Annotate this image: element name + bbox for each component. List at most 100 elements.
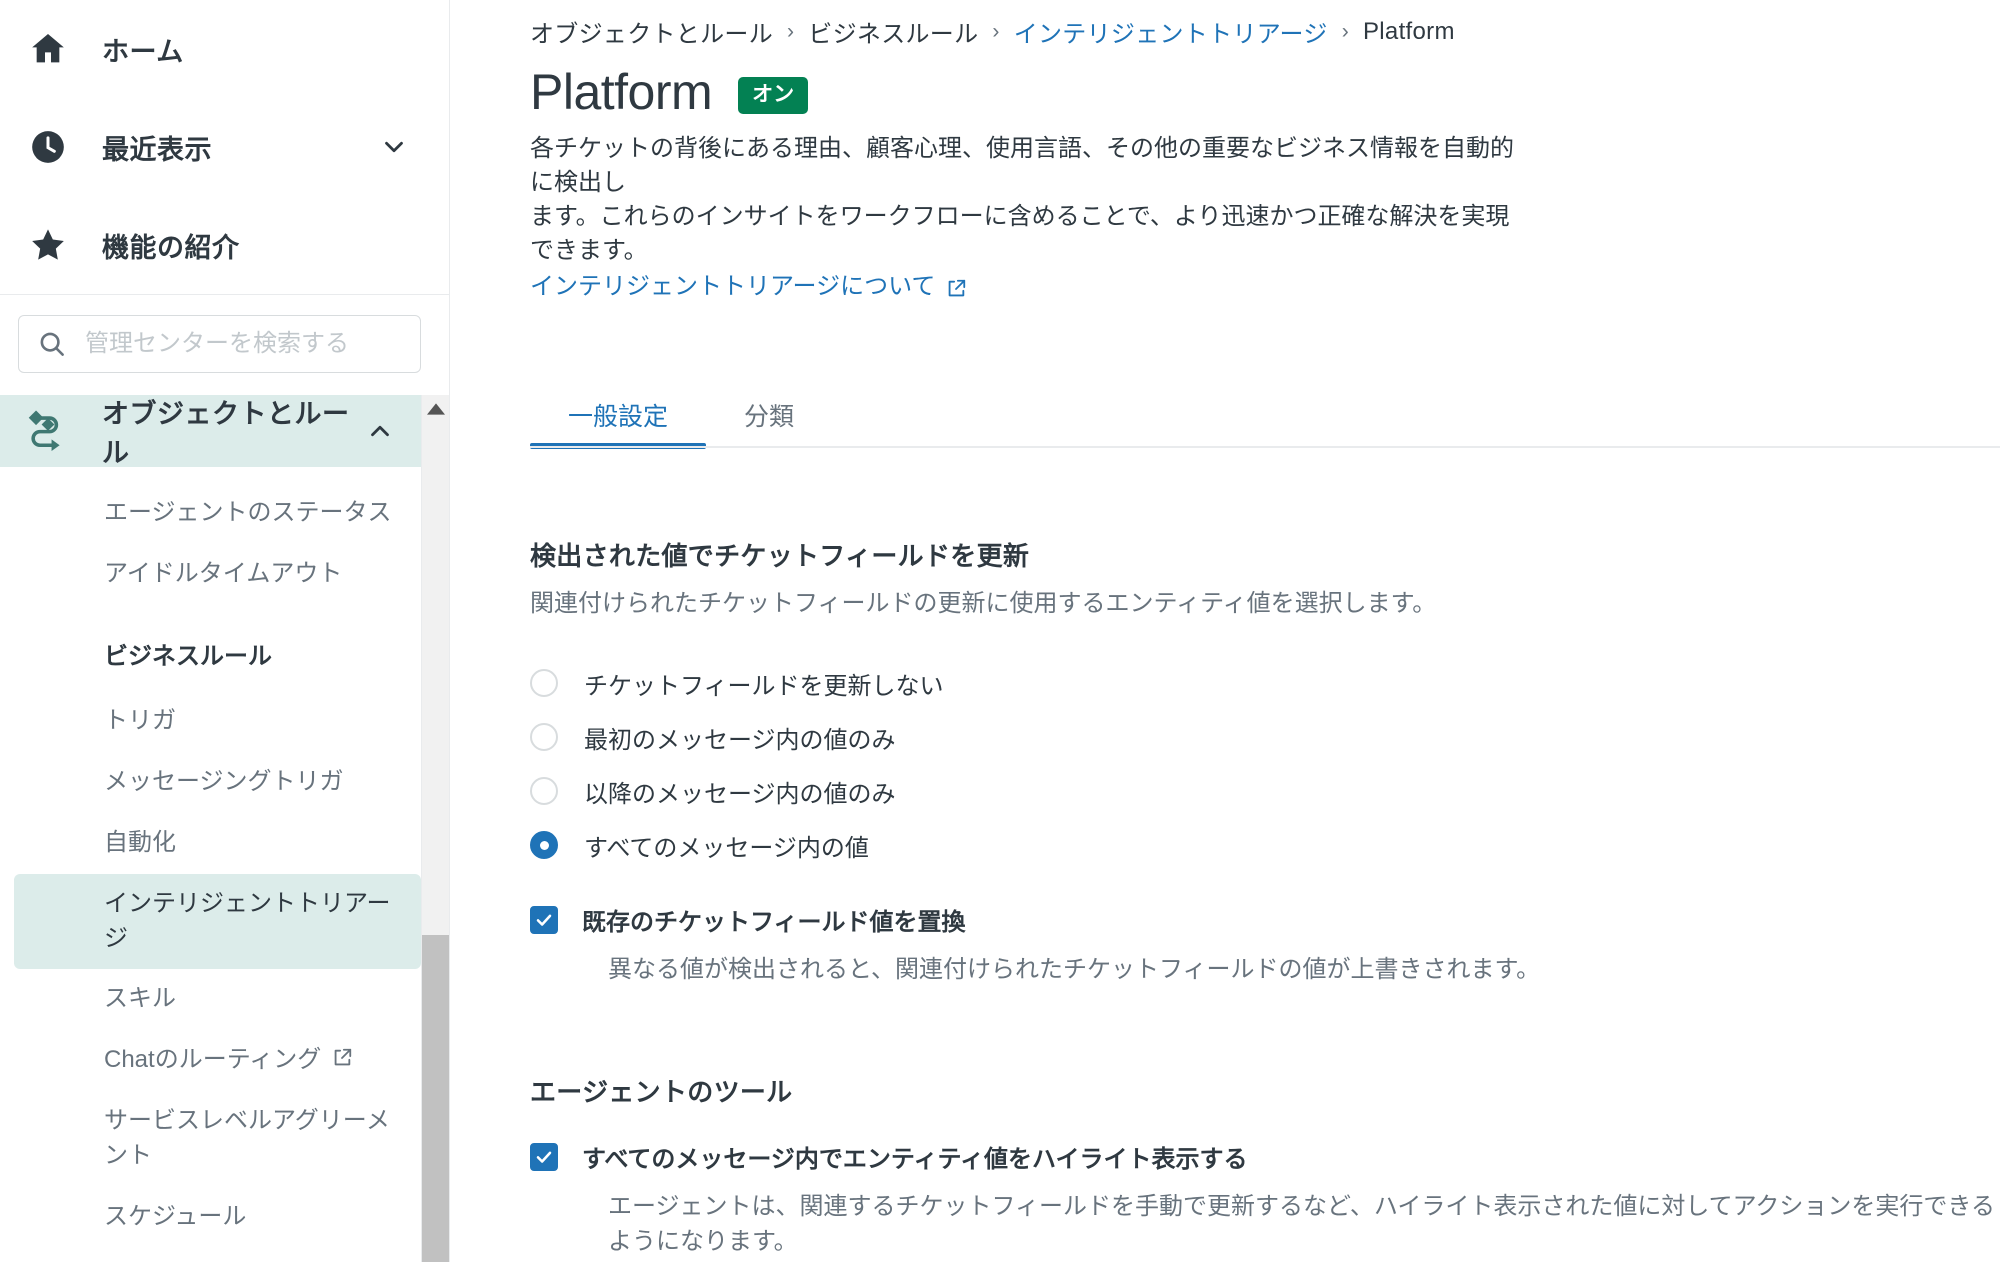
sidebar-item-intelligent-triage[interactable]: インテリジェントトリアージ (14, 873, 421, 970)
radio-indicator[interactable] (530, 777, 558, 806)
learn-more-label: インテリジェントトリアージについて (530, 273, 936, 301)
sidebar-item-label: メッセージングトリガ (104, 768, 344, 796)
sidebar-item-whats-new[interactable]: 機能の紹介 (0, 196, 449, 294)
radio-label: 最初のメッセージ内の値のみ (584, 726, 896, 754)
learn-more-row: インテリジェントトリアージについて (530, 270, 1520, 304)
radio-group-update-fields: チケットフィールドを更新しない 最初のメッセージ内の値のみ 以降のメッセージ内の… (530, 656, 2000, 872)
checkbox-label: すべてのメッセージ内でエンティティ値をハイライト表示する (582, 1146, 1248, 1174)
breadcrumb-item-current: Platform (1362, 17, 1455, 45)
sidebar-item-label: スキル (104, 985, 176, 1013)
breadcrumb-item-1[interactable]: オブジェクトとルール (530, 14, 773, 49)
search-icon (37, 329, 69, 359)
radio-option-all-messages[interactable]: すべてのメッセージ内の値 (530, 818, 2000, 872)
sidebar-item-agent-status[interactable]: エージェントのステータス (14, 483, 421, 544)
checkbox-indicator-checked[interactable] (530, 1142, 558, 1171)
breadcrumb-item-3[interactable]: インテリジェントトリアージ (1014, 14, 1328, 49)
app-root: ホーム 最近表示 機能の紹介 管理センターを検索する オブジェクトとルール エー… (0, 0, 2000, 1262)
scroll-up-arrow-icon[interactable] (422, 403, 449, 415)
settings-content: 検出された値でチケットフィールドを更新 関連付けられたチケットフィールドの更新に… (450, 536, 2000, 1256)
radio-option-first-message-only[interactable]: 最初のメッセージ内の値のみ (530, 710, 2000, 764)
sidebar-item-recent[interactable]: 最近表示 (0, 98, 449, 196)
radio-indicator-selected[interactable] (530, 831, 558, 860)
sidebar-item-label: エージェントのステータス (104, 499, 392, 526)
sidebar-search-area (0, 295, 449, 395)
sidebar-section-label: オブジェクトとルール (102, 399, 350, 468)
checkbox-highlight-entity-values[interactable]: すべてのメッセージ内でエンティティ値をハイライト表示する (530, 1139, 2000, 1174)
main-content: オブジェクトとルール › ビジネスルール › インテリジェントトリアージ › P… (450, 0, 2000, 1262)
sidebar-item-label: アイドルタイムアウト (104, 559, 343, 587)
tab-bar-divider (530, 446, 2000, 449)
page-title-row: Platform オン (450, 49, 2000, 120)
routing-icon (26, 410, 70, 452)
checkbox-replace-existing-values[interactable]: 既存のチケットフィールド値を置換 (530, 902, 2000, 937)
breadcrumb-item-2[interactable]: ビジネスルール (808, 14, 978, 49)
sidebar-group-business-rules: ビジネスルール (14, 627, 421, 688)
breadcrumb-separator: › (1341, 19, 1349, 43)
sidebar-item-label: 自動化 (104, 828, 176, 856)
sidebar-sub-list: エージェントのステータス アイドルタイムアウト ビジネスルール トリガ メッセー… (0, 467, 449, 1262)
tab-bar: 一般設定 分類 (450, 382, 2000, 450)
checkbox-description: エージェントは、関連するチケットフィールドを手動で更新するなど、ハイライト表示さ… (608, 1193, 1995, 1256)
radio-indicator[interactable] (530, 723, 558, 752)
sidebar-group-label: ビジネスルール (104, 642, 272, 670)
sidebar-scrollbar[interactable] (421, 395, 449, 1262)
tab-classification[interactable]: 分類 (706, 405, 832, 448)
breadcrumb-separator: › (787, 19, 795, 43)
checkbox-label: 既存のチケットフィールド値を置換 (582, 909, 966, 937)
radio-label: すべてのメッセージ内の値 (584, 834, 869, 862)
sidebar-item-label: トリガ (104, 707, 176, 735)
sidebar-item-triggers[interactable]: トリガ (14, 691, 421, 752)
description-line-1: 各チケットの背後にある理由、顧客心理、使用言語、その他の重要なビジネス情報を自動… (530, 135, 1514, 197)
chevron-up-icon[interactable] (365, 416, 395, 446)
sidebar-item-schedules[interactable]: スケジュール (14, 1187, 421, 1248)
section-title-agent-tools: エージェントのツール (530, 1077, 793, 1108)
tab-label: 一般設定 (568, 403, 669, 432)
sidebar-item-csat[interactable]: 顧客満足度 (14, 1247, 421, 1262)
sidebar-item-skills[interactable]: スキル (14, 969, 421, 1030)
tab-general-settings[interactable]: 一般設定 (530, 403, 707, 450)
sidebar-item-label: Chatのルーティング (104, 1046, 322, 1074)
radio-indicator[interactable] (530, 669, 558, 698)
description-line-2: ます。これらのインサイトをワークフローに含めることで、より迅速かつ正確な解決を実… (530, 203, 1510, 265)
breadcrumb: オブジェクトとルール › ビジネスルール › インテリジェントトリアージ › P… (450, 0, 2000, 49)
sidebar: ホーム 最近表示 機能の紹介 管理センターを検索する オブジェクトとルール エー… (0, 0, 450, 1262)
external-link-icon (331, 1047, 353, 1069)
learn-more-link[interactable]: インテリジェントトリアージについて (530, 270, 967, 304)
radio-option-subsequent-messages-only[interactable]: 以降のメッセージ内の値のみ (530, 764, 2000, 818)
sidebar-item-whats-new-label: 機能の紹介 (102, 232, 240, 263)
section-subtitle-update-fields: 関連付けられたチケットフィールドの更新に使用するエンティティ値を選択します。 (530, 590, 1437, 618)
external-link-icon (945, 278, 967, 300)
tab-label: 分類 (744, 403, 795, 432)
sidebar-item-home-label: ホーム (102, 36, 184, 67)
sidebar-item-sla[interactable]: サービスレベルアグリーメント (14, 1091, 421, 1187)
search-box[interactable] (18, 315, 421, 373)
checkbox-block-replace-values: 既存のチケットフィールド値を置換 異なる値が検出されると、関連付けられたチケット… (530, 902, 2000, 984)
checkbox-indicator-checked[interactable] (530, 905, 558, 934)
page-title: Platform (530, 64, 713, 120)
sidebar-item-messaging-triggers[interactable]: メッセージングトリガ (14, 752, 421, 813)
star-icon (26, 223, 70, 267)
radio-label: チケットフィールドを更新しない (584, 672, 944, 700)
scrollbar-thumb[interactable] (422, 935, 449, 1262)
sidebar-item-label: インテリジェントトリアージ (104, 889, 391, 952)
sidebar-item-label: スケジュール (104, 1202, 247, 1230)
checkbox-block-highlight-entities: すべてのメッセージ内でエンティティ値をハイライト表示する エージェントは、関連す… (530, 1139, 2000, 1256)
section-title-update-fields: 検出された値でチケットフィールドを更新 (530, 541, 1030, 572)
sidebar-top-nav: ホーム 最近表示 機能の紹介 (0, 0, 449, 295)
sidebar-item-automations[interactable]: 自動化 (14, 813, 421, 874)
sidebar-item-idle-timeout[interactable]: アイドルタイムアウト (14, 544, 421, 605)
search-input[interactable] (83, 329, 402, 359)
radio-label: 以降のメッセージ内の値のみ (584, 780, 896, 808)
sidebar-item-chat-routing[interactable]: Chatのルーティング (14, 1030, 421, 1091)
radio-option-no-update[interactable]: チケットフィールドを更新しない (530, 656, 2000, 710)
sidebar-item-home[interactable]: ホーム (0, 0, 449, 98)
chevron-down-icon[interactable] (379, 132, 409, 162)
sidebar-item-label: サービスレベルアグリーメント (104, 1106, 390, 1169)
home-icon (26, 27, 70, 71)
page-description: 各チケットの背後にある理由、顧客心理、使用言語、その他の重要なビジネス情報を自動… (450, 120, 1520, 304)
status-badge: オン (738, 77, 809, 114)
clock-icon (26, 125, 70, 169)
tab-list: 一般設定 分類 (530, 382, 2000, 450)
checkbox-description: 異なる値が検出されると、関連付けられたチケットフィールドの値が上書きされます。 (608, 956, 1541, 984)
sidebar-section-objects-and-rules[interactable]: オブジェクトとルール (0, 395, 449, 468)
